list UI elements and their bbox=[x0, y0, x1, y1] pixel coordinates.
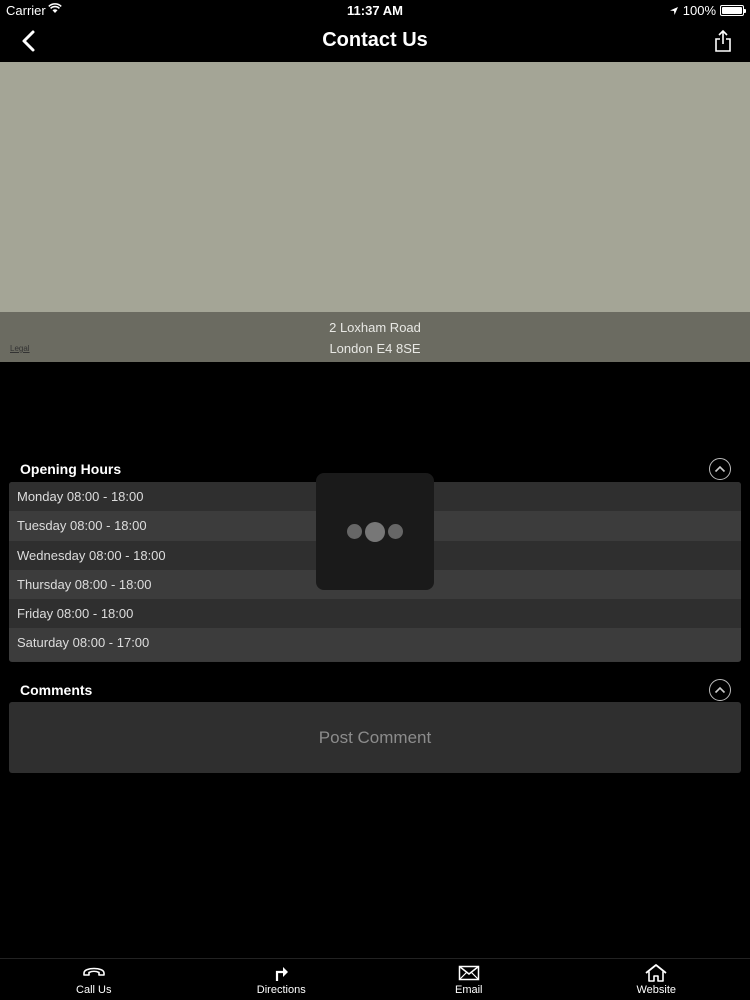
chevron-up-icon bbox=[714, 686, 726, 694]
opening-hours-header: Opening Hours bbox=[20, 461, 122, 477]
hours-row: Friday 08:00 - 18:00 bbox=[9, 599, 741, 629]
loading-dot bbox=[388, 524, 403, 539]
phone-icon bbox=[82, 967, 105, 976]
directions-icon bbox=[276, 967, 289, 981]
comments-collapse-button[interactable] bbox=[709, 679, 731, 701]
tab-label: Email bbox=[454, 984, 483, 996]
tab-email[interactable]: Email bbox=[375, 959, 563, 1000]
address-line-1: 2 Loxham Road bbox=[329, 320, 421, 335]
back-chevron-icon[interactable] bbox=[18, 28, 42, 54]
loading-dot bbox=[347, 524, 362, 539]
page-title: Contact Us bbox=[322, 29, 428, 51]
battery-icon bbox=[720, 5, 746, 16]
comments-header: Comments bbox=[20, 682, 93, 698]
map-address-overlay: 2 Loxham Road London E4 8SE bbox=[0, 312, 750, 362]
home-icon bbox=[645, 964, 667, 982]
share-icon[interactable] bbox=[712, 28, 734, 54]
email-icon bbox=[458, 965, 479, 981]
bottom-tab-bar: Call Us Directions Email Website bbox=[0, 958, 750, 1000]
status-time: 11:37 AM bbox=[347, 3, 403, 18]
post-comment-label: Post Comment bbox=[318, 727, 432, 747]
tab-label: Website bbox=[636, 984, 677, 996]
address-line-2: London E4 8SE bbox=[329, 341, 421, 356]
loading-indicator bbox=[316, 473, 434, 590]
location-arrow-icon bbox=[669, 6, 678, 15]
tab-directions[interactable]: Directions bbox=[188, 959, 376, 1000]
navigation-bar: Contact Us bbox=[0, 20, 750, 62]
opening-hours-collapse-button[interactable] bbox=[709, 458, 731, 480]
tab-label: Call Us bbox=[76, 984, 112, 996]
chevron-up-icon bbox=[714, 465, 726, 473]
tab-call-us[interactable]: Call Us bbox=[0, 959, 188, 1000]
battery-percent: 100% bbox=[682, 3, 716, 18]
post-comment-button[interactable]: Post Comment bbox=[9, 702, 741, 773]
status-right: 100% bbox=[669, 3, 746, 18]
hours-row: Saturday 08:00 - 17:00 bbox=[9, 628, 741, 662]
map-legal-link[interactable]: Legal bbox=[10, 344, 30, 353]
status-bar: Carrier 11:37 AM 100% bbox=[0, 0, 750, 20]
loading-dot bbox=[365, 521, 385, 542]
tab-website[interactable]: Website bbox=[563, 959, 750, 1000]
location-map[interactable]: 2 Loxham Road London E4 8SE Legal bbox=[0, 62, 750, 362]
tab-label: Directions bbox=[256, 984, 306, 996]
